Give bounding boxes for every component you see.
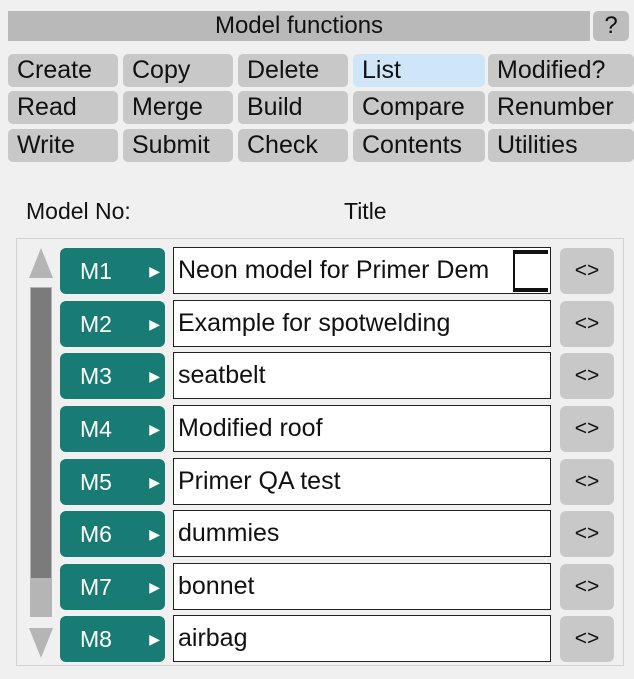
modified-button[interactable]: Modified? [488, 54, 634, 87]
model-id: M1 [80, 258, 112, 284]
model-id: M6 [80, 521, 112, 547]
model-button[interactable]: M6 ▶ [60, 511, 165, 557]
model-title-field[interactable]: dummies [173, 510, 551, 557]
model-button[interactable]: M4 ▶ [60, 406, 165, 452]
swap-button[interactable]: <> [560, 564, 614, 610]
utilities-button[interactable]: Utilities [488, 129, 634, 162]
check-button[interactable]: Check [238, 129, 348, 162]
model-title-field[interactable]: Example for spotwelding [173, 300, 551, 347]
text-cursor [513, 288, 548, 292]
model-button[interactable]: M5 ▶ [60, 459, 165, 505]
model-id: M7 [80, 574, 112, 600]
model-title-field[interactable]: Primer QA test [173, 458, 551, 505]
triangle-right-icon: ▶ [149, 579, 160, 595]
swap-button[interactable]: <> [560, 459, 614, 505]
model-button[interactable]: M7 ▶ [60, 564, 165, 610]
model-id: M5 [80, 469, 112, 495]
triangle-right-icon: ▶ [149, 368, 160, 384]
merge-button[interactable]: Merge [123, 91, 233, 124]
submit-button[interactable]: Submit [123, 129, 233, 162]
help-button[interactable]: ? [593, 11, 629, 41]
model-title-field[interactable]: Modified roof [173, 405, 551, 452]
swap-button[interactable]: <> [560, 406, 614, 452]
model-button[interactable]: M2 ▶ [60, 301, 165, 347]
model-button[interactable]: M1 ▶ [60, 248, 165, 294]
model-title-field[interactable]: airbag [173, 615, 551, 662]
text-cursor [513, 252, 515, 288]
model-id: M3 [80, 363, 112, 389]
model-title-field[interactable]: Neon model for Primer Dem [173, 247, 551, 294]
triangle-right-icon: ▶ [149, 631, 160, 647]
read-button[interactable]: Read [8, 91, 118, 124]
model-title-field[interactable]: seatbelt [173, 352, 551, 399]
list-button[interactable]: List [353, 54, 485, 87]
renumber-button[interactable]: Renumber [488, 91, 634, 124]
contents-button[interactable]: Contents [353, 129, 485, 162]
compare-button[interactable]: Compare [353, 91, 485, 124]
triangle-right-icon: ▶ [149, 263, 160, 279]
text-cursor [513, 250, 548, 254]
triangle-right-icon: ▶ [149, 526, 160, 542]
create-button[interactable]: Create [8, 54, 118, 87]
scroll-down-arrow-icon[interactable] [29, 628, 53, 658]
swap-button[interactable]: <> [560, 301, 614, 347]
model-title-field[interactable]: bonnet [173, 563, 551, 610]
write-button[interactable]: Write [8, 129, 118, 162]
model-button[interactable]: M8 ▶ [60, 616, 165, 662]
model-button[interactable]: M3 ▶ [60, 353, 165, 399]
title-header: Title [344, 198, 387, 224]
swap-button[interactable]: <> [560, 616, 614, 662]
model-id: M2 [80, 311, 112, 337]
panel-title: Model functions [8, 11, 590, 41]
triangle-right-icon: ▶ [149, 474, 160, 490]
model-id: M8 [80, 626, 112, 652]
scroll-up-arrow-icon[interactable] [29, 248, 53, 278]
build-button[interactable]: Build [238, 91, 348, 124]
swap-button[interactable]: <> [560, 511, 614, 557]
swap-button[interactable]: <> [560, 353, 614, 399]
scrollbar-thumb[interactable] [31, 288, 51, 578]
model-no-header: Model No: [26, 198, 131, 224]
model-functions-panel: Model functions ? Create Copy Delete Lis… [0, 0, 634, 679]
copy-button[interactable]: Copy [123, 54, 233, 87]
triangle-right-icon: ▶ [149, 421, 160, 437]
triangle-right-icon: ▶ [149, 316, 160, 332]
delete-button[interactable]: Delete [238, 54, 348, 87]
model-id: M4 [80, 416, 112, 442]
swap-button[interactable]: <> [560, 248, 614, 294]
